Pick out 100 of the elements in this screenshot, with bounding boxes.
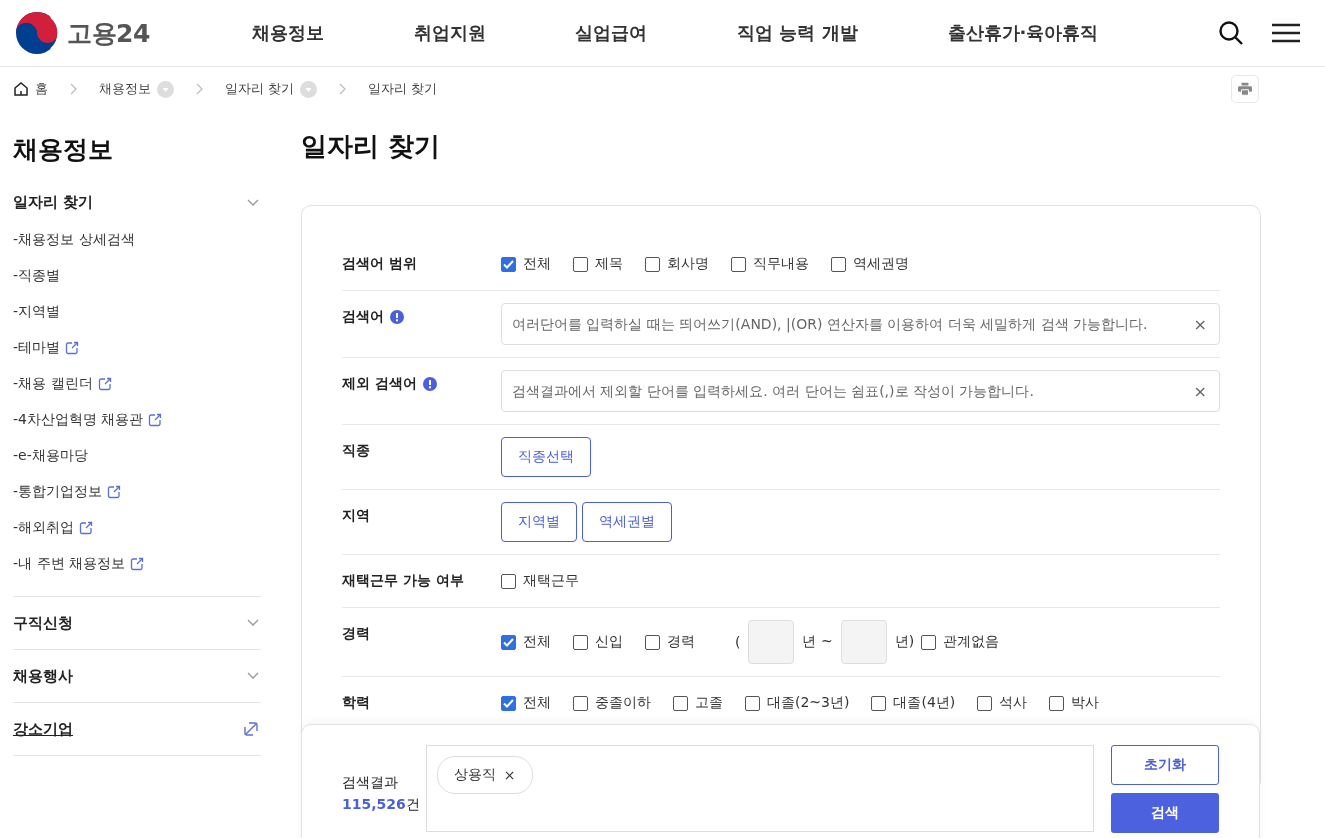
checkbox-label[interactable]: 고졸	[695, 694, 723, 712]
checkbox[interactable]	[921, 634, 937, 650]
checkbox-label[interactable]: 중졸이하	[595, 694, 651, 712]
sidebar-title: 채용정보	[13, 134, 114, 166]
sidebar-item[interactable]: -해외취업	[13, 519, 75, 537]
checkbox-label[interactable]: 회사명	[667, 255, 709, 273]
page-title: 일자리 찾기	[301, 130, 442, 163]
checkbox-label[interactable]: 제목	[595, 255, 623, 273]
result-label: 검색결과	[342, 773, 399, 792]
sidebar-item[interactable]: -통합기업정보	[13, 483, 103, 501]
checkbox[interactable]	[573, 256, 588, 272]
sidebar-item[interactable]: -지역별	[13, 303, 61, 321]
sidebar-item[interactable]: -내 주변 채용정보	[13, 555, 125, 573]
clear-button[interactable]: ×	[1193, 314, 1207, 334]
sidebar-section-link[interactable]: 일자리 찾기	[13, 193, 94, 212]
checkbox[interactable]	[731, 256, 746, 272]
print-button[interactable]	[1231, 75, 1259, 103]
checkbox-label[interactable]: 대졸(4년)	[893, 694, 956, 712]
year-input-field[interactable]	[748, 620, 795, 664]
sidebar-item[interactable]: -4차산업혁명 채용관	[13, 411, 144, 429]
checkbox-label[interactable]: 역세권명	[853, 255, 909, 273]
printer-icon	[1238, 80, 1252, 98]
breadcrumb-link[interactable]: 홈	[35, 80, 48, 98]
home-icon	[13, 81, 29, 97]
checkbox[interactable]	[977, 695, 993, 711]
checkbox-label[interactable]: 박사	[1071, 694, 1100, 712]
search-input-field[interactable]: 여러단어를 입력하실 때는 띄어쓰기(AND), |(OR) 연산자를 이용하여 더욱 세밀하게 검색 가능합니다. ×	[501, 303, 1220, 345]
search-button[interactable]: 검색	[1111, 793, 1219, 833]
checkbox[interactable]	[501, 695, 516, 711]
sidebar-section-link[interactable]: 채용행사	[13, 666, 73, 686]
unit-text: 년)	[894, 633, 915, 651]
search-icon[interactable]	[1218, 20, 1244, 46]
checkbox[interactable]	[501, 634, 516, 650]
checkbox[interactable]	[573, 695, 588, 711]
checkbox[interactable]	[831, 256, 846, 272]
checkbox[interactable]	[645, 256, 660, 272]
field-label: 지역	[342, 507, 370, 525]
sidebar-item[interactable]: -e-채용마당	[13, 447, 88, 465]
sidebar-section-link[interactable]: 강소기업	[13, 719, 73, 739]
info-icon	[390, 310, 404, 324]
clear-button[interactable]: ×	[1193, 381, 1207, 401]
select-button[interactable]: 역세권별	[582, 502, 672, 542]
breadcrumb-link[interactable]: 일자리 찾기	[368, 80, 438, 98]
external-link-icon	[79, 521, 94, 535]
checkbox[interactable]	[745, 695, 760, 711]
sidebar-item[interactable]: -채용 캘린더	[13, 375, 93, 393]
emblem-logo-icon	[15, 11, 59, 55]
checkbox[interactable]	[573, 634, 588, 650]
chevron-down-icon	[247, 198, 259, 207]
checkbox-label[interactable]: 직무내용	[753, 255, 809, 273]
field-label: 검색어	[342, 308, 384, 326]
breadcrumb-link[interactable]: 채용정보	[99, 80, 151, 98]
unit-text: 년 ~	[802, 633, 833, 651]
checkbox-label[interactable]: 석사	[999, 694, 1028, 712]
sidebar-item[interactable]: -테마별	[13, 339, 61, 357]
menu-icon[interactable]	[1272, 23, 1300, 43]
nav-link[interactable]: 채용정보	[252, 21, 324, 45]
sidebar-item[interactable]: -직종별	[13, 267, 61, 285]
select-button[interactable]: 지역별	[501, 502, 577, 542]
nav-link[interactable]: 출산휴가·육아휴직	[947, 21, 1099, 45]
sidebar-item[interactable]: -채용정보 상세검색	[13, 231, 135, 249]
tag-label: 상용직	[453, 766, 496, 784]
year-input-field[interactable]	[840, 620, 887, 664]
chevron-right-icon	[196, 83, 203, 95]
checkbox[interactable]	[871, 695, 887, 711]
reset-button[interactable]: 초기화	[1111, 745, 1219, 785]
sidebar-section-link[interactable]: 구직신청	[13, 613, 73, 633]
external-link-icon	[97, 377, 112, 391]
checkbox-label[interactable]: 전체	[523, 633, 551, 651]
chevron-down-icon	[247, 619, 259, 627]
count-unit: 건	[405, 796, 420, 812]
field-label: 검색어 범위	[342, 255, 417, 273]
checkbox-label[interactable]: 재택근무	[523, 572, 579, 590]
result-count: 115,526	[342, 796, 406, 812]
external-link-icon	[65, 341, 80, 355]
checkbox-label[interactable]: 전체	[523, 255, 551, 273]
external-link-icon	[129, 557, 144, 571]
info-icon	[422, 377, 437, 391]
field-label: 경력	[342, 625, 370, 643]
nav-link[interactable]: 실업급여	[575, 21, 647, 45]
checkbox-label[interactable]: 관계없음	[943, 633, 1000, 651]
field-label: 제외 검색어	[342, 375, 417, 393]
nav-link[interactable]: 직업 능력 개발	[737, 21, 858, 45]
checkbox[interactable]	[645, 634, 660, 650]
paren-text: (	[735, 634, 741, 650]
checkbox-label[interactable]: 전체	[523, 694, 551, 712]
field-label: 직종	[342, 442, 370, 460]
checkbox-label[interactable]: 대졸(2~3년)	[767, 694, 850, 712]
checkbox-label[interactable]: 신입	[595, 633, 623, 651]
checkbox[interactable]	[501, 573, 516, 589]
remove-tag-button[interactable]: ×	[503, 767, 516, 783]
breadcrumb-link[interactable]: 일자리 찾기	[225, 80, 295, 98]
logo-text[interactable]: 고용24	[67, 16, 150, 50]
checkbox[interactable]	[501, 256, 516, 272]
checkbox[interactable]	[673, 695, 688, 711]
nav-link[interactable]: 취업지원	[414, 21, 486, 45]
checkbox-label[interactable]: 경력	[667, 633, 695, 651]
checkbox[interactable]	[1049, 695, 1065, 711]
select-button[interactable]: 직종선택	[501, 437, 591, 477]
search-input-field[interactable]: 검색결과에서 제외할 단어를 입력하세요. 여러 단어는 쉼표(,)로 작성이 가능합니다. ×	[501, 370, 1220, 412]
